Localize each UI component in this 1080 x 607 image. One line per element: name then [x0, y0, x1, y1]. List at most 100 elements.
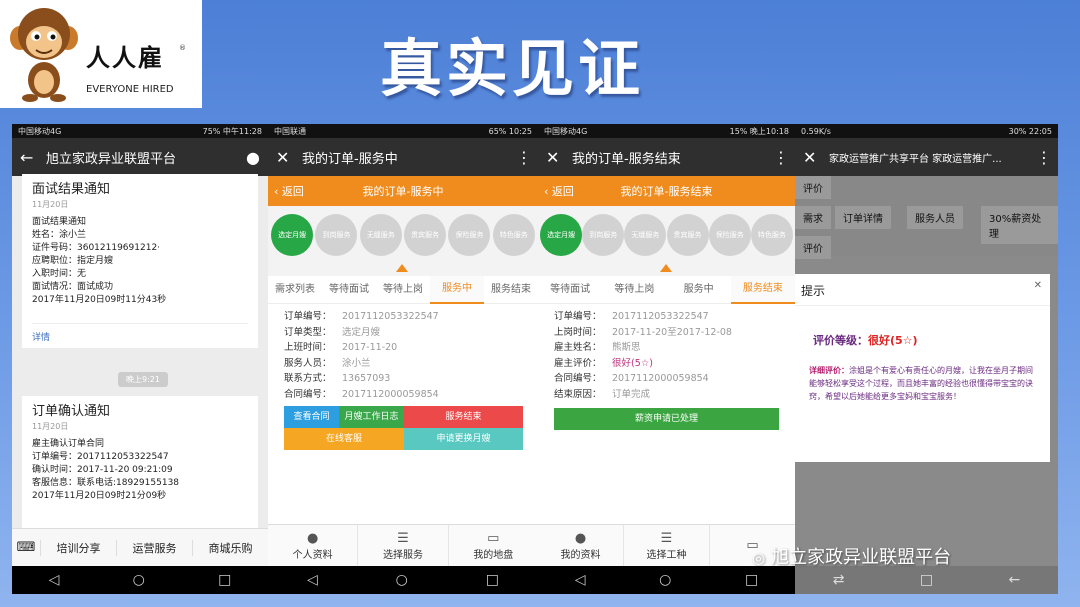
back-arrow-icon[interactable]: ← — [1009, 572, 1021, 588]
tab-my-area[interactable]: ▭ 我的地盘 — [447, 525, 538, 566]
detail-row: 上班时间： 2017-11-20 — [284, 342, 398, 353]
step-circle[interactable]: 无缝服务 — [359, 214, 402, 256]
tab[interactable]: 需求列表 — [268, 277, 322, 303]
step-circle[interactable]: 贵宾服务 — [666, 214, 709, 256]
interview-result-card[interactable]: 面试结果通知 11月20日 面试结果通知 姓名：涂小兰 证件号码：3601211… — [22, 174, 258, 348]
tab[interactable]: 等待上岗 — [376, 277, 430, 303]
detail-row: 订单类型： 选定月嫂 — [284, 326, 381, 338]
back-triangle-icon[interactable]: ◁ — [575, 572, 586, 588]
keyboard-icon[interactable]: ⌨ — [12, 540, 40, 555]
detail-row: 合同编号： 2017112000059854 — [554, 373, 709, 384]
step-circle[interactable]: 到岗服务 — [582, 214, 625, 256]
page-headline: 真实见证 — [380, 32, 645, 105]
back-button[interactable]: ‹ 返回 — [544, 183, 598, 199]
step-circle[interactable]: 保险服务 — [448, 214, 491, 256]
logo-box: 人人雇 ® EVERYONE HIRED — [0, 0, 202, 108]
detail-row: 雇主评价： 很好(5☆) — [554, 357, 653, 369]
tab[interactable]: 等待上岗 — [602, 277, 666, 303]
detail-row: 雇主姓名： 熊斯思 — [554, 342, 641, 353]
more-vertical-icon[interactable]: ⋮ — [1036, 148, 1052, 167]
home-circle-icon[interactable]: ○ — [396, 572, 408, 588]
step-circle[interactable]: 无缝服务 — [624, 214, 667, 256]
back-button[interactable]: ‹ 返回 — [274, 183, 328, 199]
home-circle-icon[interactable]: ○ — [133, 572, 145, 588]
orange-title-bar: ‹ 返回 我的订单-服务中 — [268, 176, 538, 206]
app-header: ✕ 家政运营推广共享平台 家政运营推广... ⋮ — [795, 138, 1058, 176]
order-confirm-card[interactable]: 订单确认通知 11月20日 雇主确认订单合同 订单编号：201711205332… — [22, 396, 258, 536]
step-circle[interactable]: 选定月嫂 — [540, 214, 583, 256]
header-title: 我的订单-服务结束 — [572, 151, 681, 167]
end-service-button[interactable]: 服务结束 — [404, 406, 523, 428]
tab-profile[interactable]: ● 我的资料 — [538, 525, 623, 566]
tab[interactable]: 等待面试 — [322, 277, 376, 303]
menu-mall[interactable]: 商城乐购 — [192, 539, 268, 556]
system-nav-bar: ⇄ □ ← — [795, 566, 1058, 594]
tab[interactable]: 等待面试 — [538, 277, 602, 303]
tab-active[interactable]: 服务结束 — [730, 275, 795, 304]
grid-item[interactable]: 服务人员 — [907, 206, 963, 229]
system-nav-bar: ◁ ○ □ — [538, 566, 795, 594]
service-steps: 选定月嫂 到岗服务 无缝服务 贵宾服务 保险服务 特色服务 — [538, 206, 795, 264]
detail-row: 联系方式： 13657093 — [284, 373, 391, 384]
close-icon[interactable]: ✕ — [1034, 280, 1042, 291]
home-circle-icon[interactable]: ○ — [659, 572, 671, 588]
detail-row: 订单编号： 2017112053322547 — [284, 311, 439, 322]
details-link[interactable]: 详情 — [32, 323, 248, 343]
step-pointer-icon — [538, 264, 795, 276]
recent-square-icon[interactable]: □ — [218, 572, 231, 588]
tab-active[interactable]: 服务中 — [430, 275, 484, 304]
status-bar: 0.59K/s 30% 22:05 — [795, 124, 1058, 138]
step-pointer-icon — [268, 264, 538, 276]
more-vertical-icon[interactable]: ⋮ — [516, 148, 532, 167]
back-triangle-icon[interactable]: ◁ — [307, 572, 318, 588]
close-icon[interactable]: ✕ — [546, 148, 572, 167]
back-triangle-icon[interactable]: ⇄ — [833, 572, 845, 588]
step-circle[interactable]: 选定月嫂 — [271, 214, 314, 256]
recent-square-icon[interactable]: □ — [745, 572, 758, 588]
recent-square-icon[interactable]: □ — [486, 572, 499, 588]
message-list: 面试结果通知 11月20日 面试结果通知 姓名：涂小兰 证件号码：3601211… — [12, 174, 268, 536]
app-header: ✕ 我的订单-服务结束 ⋮ — [538, 138, 795, 176]
close-icon[interactable]: ✕ — [276, 148, 302, 167]
view-contract-button[interactable]: 查看合同 — [284, 406, 339, 428]
work-log-button[interactable]: 月嫂工作日志 — [339, 406, 404, 428]
online-service-button[interactable]: 在线客服 — [284, 428, 404, 450]
back-triangle-icon[interactable]: ◁ — [49, 572, 60, 588]
menu-operations[interactable]: 运营服务 — [116, 539, 192, 556]
more-vertical-icon[interactable]: ⋮ — [773, 148, 789, 167]
person-icon: ● — [574, 530, 587, 546]
step-circle[interactable]: 特色服务 — [750, 214, 793, 256]
registered-mark: ® — [179, 44, 186, 52]
grid-item[interactable]: 需求 — [795, 206, 831, 229]
orange-title-bar: ‹ 返回 我的订单-服务结束 — [538, 176, 795, 206]
profile-icon[interactable]: ● — [246, 148, 260, 167]
step-circle[interactable]: 贵宾服务 — [404, 214, 447, 256]
step-circle[interactable]: 特色服务 — [492, 214, 535, 256]
dialog-header: 提示 ✕ — [795, 274, 1050, 306]
tab-job-type[interactable]: ☰ 选择工种 — [623, 525, 709, 566]
back-arrow-icon[interactable]: ← — [20, 148, 46, 167]
salary-processed-button[interactable]: 薪资申请已处理 — [554, 408, 779, 430]
list-icon: ☰ — [397, 530, 409, 546]
tab-services[interactable]: ☰ 选择服务 — [357, 525, 447, 566]
status-bar: 中国联通 65% 10:25 — [268, 124, 538, 138]
step-circle[interactable]: 保险服务 — [708, 214, 751, 256]
tab-profile[interactable]: ● 个人资料 — [268, 525, 357, 566]
grid-item[interactable]: 订单详情 — [835, 206, 891, 229]
step-circle[interactable]: 到岗服务 — [315, 214, 358, 256]
grid-item[interactable]: 评价 — [795, 236, 831, 259]
menu-training[interactable]: 培训分享 — [40, 539, 116, 556]
grid-item[interactable]: 评价 — [795, 176, 831, 199]
tab[interactable]: 服务中 — [667, 277, 731, 303]
grid-item[interactable]: 30%薪资处理 — [981, 206, 1058, 244]
dimmed-tab-grid: 评价 需求 订单详情 服务人员 30%薪资处理 评价 — [795, 176, 1058, 259]
folder-icon: ▭ — [487, 530, 500, 546]
close-icon[interactable]: ✕ — [803, 148, 829, 167]
rating-dialog: 提示 ✕ 评价等级：很好(5☆) 详细评价：涂姐是个有爱心有责任心的月嫂，让我在… — [795, 274, 1050, 462]
change-nanny-button[interactable]: 申请更换月嫂 — [404, 428, 523, 450]
tab[interactable]: 服务结束 — [484, 277, 538, 303]
order-tabs: 需求列表 等待面试 等待上岗 服务中 服务结束 — [268, 275, 538, 304]
home-square-icon[interactable]: □ — [920, 572, 933, 588]
time-pill: 晚上9:21 — [118, 372, 168, 387]
header-title: 旭立家政异业联盟平台 — [46, 151, 177, 167]
